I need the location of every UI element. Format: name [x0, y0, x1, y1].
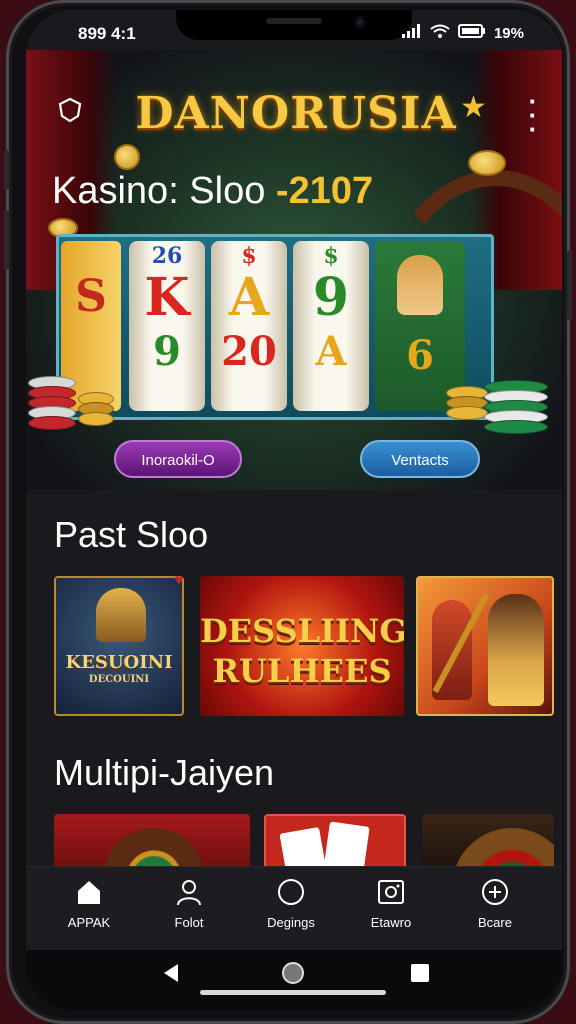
hero-title-text: Kasino: Sloo: [52, 170, 276, 212]
status-time: 899 4:1: [78, 24, 136, 43]
game-thumbnail[interactable]: [54, 814, 250, 874]
section-title-multi: Multipi-Jaiyen: [54, 752, 275, 793]
coin-stack: [446, 386, 488, 420]
reel-symbol: K: [144, 267, 190, 328]
home-circle-icon[interactable]: [280, 960, 306, 991]
reel-symbol: 9: [153, 328, 181, 375]
nav-item-profile[interactable]: Folot: [144, 877, 234, 930]
bottom-navigation: APPAK Folot Degings Etawro Bcare: [26, 866, 562, 951]
battery-percent: 19%: [493, 24, 524, 42]
more-menu-icon[interactable]: · · ·: [526, 88, 540, 142]
system-navigation-bar: [26, 950, 562, 1010]
character-figure: [488, 594, 544, 706]
wifi-icon: [430, 24, 450, 42]
game-title: KESUOINI: [65, 652, 173, 673]
sparkle-icon: ★: [460, 91, 487, 124]
camera-icon: [346, 877, 436, 913]
reel-symbol: A: [315, 328, 347, 375]
nav-item-degings[interactable]: Degings: [246, 877, 336, 930]
hero-banner: DANORUSIA ★ · · · Kasino: Sloo -2107 S 26 …: [26, 50, 562, 490]
primary-action-button[interactable]: Inoraokil-O: [114, 440, 242, 478]
character-figure: [96, 588, 146, 642]
coin-stack: [78, 392, 114, 426]
reel-symbol: 9: [312, 267, 350, 328]
favorite-heart-icon[interactable]: ♥: [174, 572, 184, 590]
section-title-past: Past Sloo: [54, 514, 209, 555]
reel-symbol: A: [228, 267, 270, 328]
status-bar: 899 4:1 19%: [26, 10, 562, 60]
game-subtitle: RULHEES: [212, 652, 392, 690]
app-brand-logo: DANORUSIA: [135, 88, 457, 139]
screen: DANORUSIA ★ · · · Kasino: Sloo -2107 S 26 …: [26, 10, 562, 1010]
coin-icon: [468, 150, 506, 176]
reel-symbol: $: [323, 243, 339, 269]
nav-label: Etawro: [370, 915, 412, 930]
coin-icon: [114, 144, 140, 170]
slot-reel-portrait: 6: [375, 241, 465, 411]
hero-title-number: -2107: [275, 170, 374, 212]
chip-stack: [28, 376, 76, 430]
nav-label: APPAK: [67, 915, 111, 930]
recents-icon[interactable]: [410, 963, 430, 988]
secondary-action-button[interactable]: Ventacts: [360, 440, 480, 478]
chip-stack: [484, 380, 548, 434]
slot-machine[interactable]: S 26 K 9 $ A 20 $ 9 A 6: [56, 234, 494, 420]
game-thumbnail[interactable]: DESSLIING RULHEES: [200, 576, 404, 716]
nav-label: Folot: [174, 915, 204, 930]
game-subtitle: DECOUINI: [88, 674, 150, 685]
nav-label: Bcare: [478, 915, 512, 930]
reel-symbol: 20: [221, 328, 277, 375]
signal-icon: [401, 24, 422, 42]
nav-label: Degings: [267, 915, 315, 930]
nav-item-etawro[interactable]: Etawro: [346, 877, 436, 930]
home-icon: [44, 877, 134, 913]
user-icon: [144, 877, 234, 913]
phone-frame: DANORUSIA ★ · · · Kasino: Sloo -2107 S 26 …: [4, 0, 572, 1024]
slot-reel: 26 K 9: [129, 241, 205, 411]
game-thumbnail[interactable]: [264, 814, 406, 874]
battery-icon: [457, 24, 486, 42]
volume-down-button: [4, 210, 9, 270]
power-button: [567, 250, 572, 320]
slot-reel: $ A 20: [211, 241, 287, 411]
game-thumbnail[interactable]: [416, 576, 554, 716]
slot-reel: $ 9 A: [293, 241, 369, 411]
gesture-bar[interactable]: [200, 990, 386, 995]
game-thumbnail[interactable]: KESUOINI DECOUINI: [54, 576, 184, 716]
plus-circle-icon: [450, 877, 540, 913]
reel-symbol: 6: [406, 332, 434, 379]
status-icons: 19%: [401, 24, 524, 42]
game-title: DESSLIING: [200, 612, 404, 650]
nav-item-bcare[interactable]: Bcare: [450, 877, 540, 930]
volume-up-button: [4, 150, 9, 190]
hero-title: Kasino: Sloo -2107: [52, 170, 373, 213]
shield-icon[interactable]: [56, 96, 84, 124]
nav-item-home[interactable]: APPAK: [44, 877, 134, 930]
reel-symbol: $: [241, 243, 257, 269]
game-thumbnail[interactable]: [422, 814, 554, 874]
reel-symbol: 26: [151, 243, 183, 269]
back-icon[interactable]: [160, 962, 182, 989]
character-portrait: [397, 255, 443, 315]
circle-icon: [246, 877, 336, 913]
